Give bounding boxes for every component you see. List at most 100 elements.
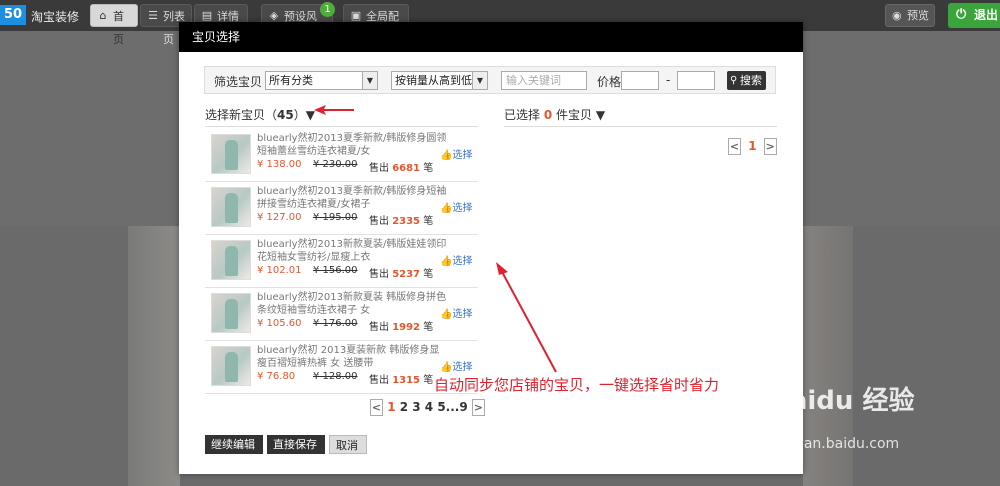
product-original-price: ¥ 176.00 <box>313 318 358 329</box>
preview-label: 预览 <box>907 9 929 22</box>
sold-label: 售出 <box>369 216 389 227</box>
product-thumbnail <box>211 134 251 174</box>
product-thumbnail <box>211 346 251 386</box>
price-min-input[interactable] <box>621 71 659 90</box>
sold-label: 售出 <box>369 163 389 174</box>
notification-badge: 1 <box>320 2 335 17</box>
divider <box>504 126 777 127</box>
power-icon: ⏻ <box>956 7 967 22</box>
palette-icon: ◈ <box>269 9 279 22</box>
product-name: bluearly然初2013新款夏装 韩版修身拼色条纹短袖雪纺连衣裙子 女 <box>257 292 447 316</box>
tab-home[interactable]: ⌂ 首页 <box>90 4 138 46</box>
exit-button[interactable]: ⏻ 退出 <box>948 3 1000 28</box>
list-item: bluearly然初2013新款夏装 韩版修身拼色条纹短袖雪纺连衣裙子 女 ¥ … <box>205 288 478 341</box>
detail-icon: ▤ <box>201 9 213 22</box>
thumbs-up-icon: 👍 <box>440 203 453 214</box>
arrow-annotation-icon <box>314 105 354 115</box>
choose-button[interactable]: 👍选择 <box>440 199 472 214</box>
annotation-text: 自动同步您店铺的宝贝，一键选择省时省力 <box>434 376 720 394</box>
next-page-button[interactable]: > <box>763 138 777 155</box>
product-sales: 售出 1315 笔 <box>369 371 433 386</box>
selected-count: 0 <box>543 108 553 122</box>
thumbs-up-icon: 👍 <box>440 309 453 320</box>
price-max-input[interactable] <box>677 71 715 90</box>
product-sales: 售出 1992 笔 <box>369 318 433 333</box>
save-button[interactable]: 直接保存 <box>267 435 325 454</box>
app-logo: 50 <box>0 5 26 25</box>
product-sales: 售出 5237 笔 <box>369 265 433 280</box>
list-item: bluearly然初2013夏季新款/韩版修身短袖拼接雪纺连衣裙夏/女裙子 ¥ … <box>205 182 478 235</box>
category-value: 所有分类 <box>269 74 313 87</box>
thumbs-up-icon: 👍 <box>440 362 453 373</box>
thumbs-up-icon: 👍 <box>440 150 453 161</box>
product-name: bluearly然初2013夏季新款/韩版修身圆领短袖蕾丝雪纺连衣裙夏/女 <box>257 133 447 157</box>
product-name: bluearly然初2013夏季新款/韩版修身短袖拼接雪纺连衣裙夏/女裙子 <box>257 186 447 210</box>
product-thumbnail <box>211 187 251 227</box>
search-icon: ⚲ <box>730 75 738 86</box>
product-price: ¥ 76.80 <box>257 371 296 382</box>
product-thumbnail <box>211 293 251 333</box>
keyword-input[interactable]: 输入关键词 <box>501 71 587 90</box>
price-label: 价格 <box>597 75 622 89</box>
tab-label: 首页 <box>113 10 124 46</box>
new-items-header[interactable]: 选择新宝贝（45）▼ <box>205 106 315 123</box>
item-pagination: < 1 2 3 4 5...9 > <box>370 399 485 417</box>
chevron-down-icon: ▼ <box>472 72 487 89</box>
filter-label: 筛选宝贝 <box>214 75 263 89</box>
page-ellipsis: ... <box>445 400 460 414</box>
search-button[interactable]: ⚲ 搜索 <box>727 71 766 90</box>
background-photo <box>128 226 180 486</box>
selected-items-header[interactable]: 已选择 0 件宝贝 ▼ <box>504 106 605 123</box>
list-item: bluearly然初2013夏季新款/韩版修身圆领短袖蕾丝雪纺连衣裙夏/女 ¥ … <box>205 129 478 182</box>
sold-unit: 笔 <box>423 163 434 174</box>
last-page[interactable]: 9 <box>459 400 467 414</box>
sold-count: 1992 <box>392 322 421 333</box>
choose-button[interactable]: 👍选择 <box>440 305 472 320</box>
item-list: bluearly然初2013夏季新款/韩版修身圆领短袖蕾丝雪纺连衣裙夏/女 ¥ … <box>205 129 478 394</box>
prev-page-button[interactable]: < <box>370 399 383 416</box>
thumbs-up-icon: 👍 <box>440 256 453 267</box>
selected-pagination: < 1 > <box>728 138 777 156</box>
eye-icon: ◉ <box>892 9 902 22</box>
header-suffix: ）▼ <box>293 108 315 122</box>
sort-select[interactable]: 按销量从高到低 ▼ <box>391 71 488 90</box>
preview-button[interactable]: ◉ 预览 <box>885 4 935 27</box>
product-price: ¥ 138.00 <box>257 159 302 170</box>
app-brand: 淘宝装修 <box>31 10 80 24</box>
chevron-down-icon: ▼ <box>362 72 377 89</box>
product-thumbnail <box>211 240 251 280</box>
cancel-button[interactable]: 取消 <box>329 435 367 454</box>
continue-edit-button[interactable]: 继续编辑 <box>205 435 263 454</box>
product-price: ¥ 105.60 <box>257 318 302 329</box>
sold-unit: 笔 <box>423 375 434 386</box>
product-sales: 售出 6681 笔 <box>369 159 433 174</box>
choose-label: 选择 <box>452 203 473 214</box>
sold-label: 售出 <box>369 322 389 333</box>
product-original-price: ¥ 156.00 <box>313 265 358 276</box>
category-select[interactable]: 所有分类 ▼ <box>265 71 378 90</box>
product-original-price: ¥ 230.00 <box>313 159 358 170</box>
divider <box>205 126 478 127</box>
list-icon: ☰ <box>148 9 158 22</box>
choose-button[interactable]: 👍选择 <box>440 358 472 373</box>
prev-page-button[interactable]: < <box>728 138 741 155</box>
item-select-dialog: 宝贝选择 筛选宝贝 所有分类 ▼ 按销量从高到低 ▼ 输入关键词 价格 - ⚲ … <box>179 22 803 474</box>
price-separator: - <box>666 73 671 87</box>
filter-bar: 筛选宝贝 所有分类 ▼ 按销量从高到低 ▼ 输入关键词 价格 - ⚲ 搜索 <box>204 66 776 94</box>
product-name: bluearly然初2013新款夏装/韩版娃娃领印花短袖女雪纺衫/显瘦上衣 <box>257 239 447 263</box>
choose-label: 选择 <box>452 150 473 161</box>
exit-label: 退出 <box>974 8 999 22</box>
current-page[interactable]: 1 <box>748 139 756 153</box>
sold-count: 6681 <box>392 163 421 174</box>
header-prefix: 已选择 <box>504 108 544 122</box>
product-original-price: ¥ 195.00 <box>313 212 358 223</box>
next-page-button[interactable]: > <box>471 399 485 416</box>
choose-button[interactable]: 👍选择 <box>440 252 472 267</box>
page-links[interactable]: 2 3 4 5 <box>400 400 446 414</box>
product-original-price: ¥ 128.00 <box>313 371 358 382</box>
current-page[interactable]: 1 <box>387 400 395 414</box>
list-item: bluearly然初2013新款夏装/韩版娃娃领印花短袖女雪纺衫/显瘦上衣 ¥ … <box>205 235 478 288</box>
sold-count: 1315 <box>392 375 421 386</box>
home-icon: ⌂ <box>99 9 107 22</box>
choose-button[interactable]: 👍选择 <box>440 146 472 161</box>
